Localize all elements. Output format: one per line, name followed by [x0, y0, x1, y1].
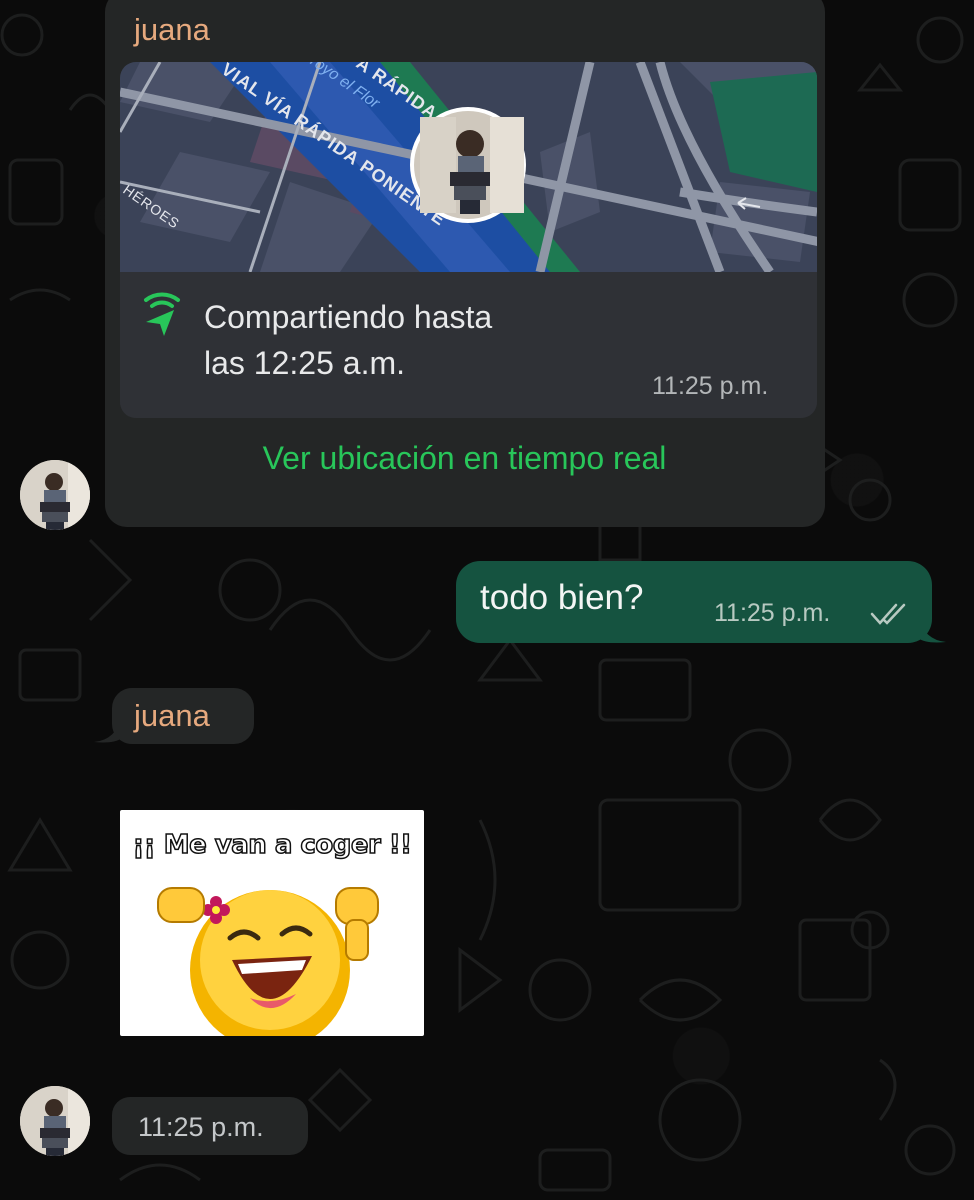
- outgoing-message-bubble[interactable]: todo bien? 11:25 p.m.: [456, 561, 932, 643]
- sharing-status-row: Compartiendo hasta las 12:25 a.m. 11:25 …: [120, 272, 817, 418]
- double-check-icon: [870, 603, 906, 625]
- sharing-until-text: Compartiendo hasta las 12:25 a.m.: [204, 294, 492, 386]
- message-time: 11:25 p.m.: [714, 599, 831, 627]
- sharing-line-2: las 12:25 a.m.: [204, 345, 405, 381]
- message-text: todo bien?: [480, 578, 644, 617]
- laughing-emoji-icon: [157, 887, 379, 1036]
- live-location-card[interactable]: VIAL VÍA RÁPIDA PONIENTE A RÁPIDA rroyo …: [120, 62, 817, 418]
- sticker-image[interactable]: ¡¡ Me van a coger !!: [120, 810, 424, 1036]
- map-preview[interactable]: VIAL VÍA RÁPIDA PONIENTE A RÁPIDA rroyo …: [120, 62, 817, 272]
- contact-avatar[interactable]: [20, 1086, 90, 1156]
- incoming-bubble-tail: [94, 716, 122, 743]
- avatar-photo: [20, 1086, 90, 1156]
- message-time: 11:25 p.m.: [652, 372, 769, 400]
- avatar-photo: [20, 460, 90, 530]
- message-time: 11:25 p.m.: [138, 1112, 264, 1142]
- view-live-location-button[interactable]: Ver ubicación en tiempo real: [112, 440, 817, 477]
- live-location-icon: [144, 292, 180, 336]
- sender-name: juana: [134, 12, 210, 47]
- contact-avatar[interactable]: [20, 460, 90, 530]
- sender-name: juana: [134, 698, 210, 733]
- map-user-avatar-pin: [410, 107, 526, 223]
- outgoing-bubble-tail: [918, 616, 946, 643]
- sharing-line-1: Compartiendo hasta: [204, 299, 493, 335]
